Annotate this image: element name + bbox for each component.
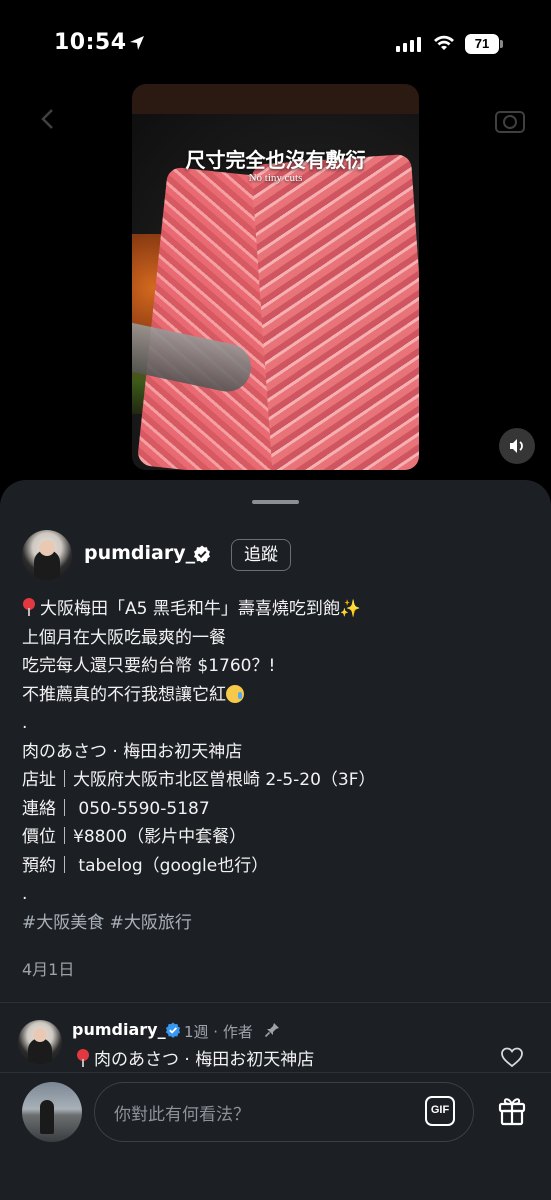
caption-line: 預約｜ tabelog（google也行） [22, 855, 269, 876]
video-caption-chinese: 尺寸完全也沒有敷衍 [185, 148, 366, 172]
caption-line: 不推薦真的不行我想讓它紅 [22, 681, 532, 710]
battery-icon: 71 [465, 34, 503, 54]
comment-avatar[interactable] [18, 1020, 62, 1064]
caption-line: . [22, 713, 28, 733]
pin-emoji-icon [76, 1049, 90, 1067]
caption-line: 連絡｜ 050-5590-5187 [22, 798, 210, 819]
caption-line: 店址｜大阪府大阪市北区曽根崎 2-5-20（3F） [22, 770, 376, 790]
caption-line: 肉のあさつ · 梅田お初天神店 [22, 741, 243, 762]
status-bar: 10:54 71 [0, 0, 551, 80]
caption-line: . [22, 884, 28, 904]
location-arrow-icon [130, 36, 144, 50]
caption-line: 大阪梅田「A5 黑毛和牛」壽喜燒吃到飽✨ [22, 595, 532, 624]
sound-on-icon [510, 439, 523, 453]
post-caption: 大阪梅田「A5 黑毛和牛」壽喜燒吃到飽✨ 上個月在大阪吃最爽的一餐 吃完每人還只… [22, 595, 532, 937]
caption-line: 吃完每人還只要約台幣 $1760？! [22, 656, 276, 676]
post-date: 4月1日 [22, 960, 75, 979]
comment-input-placeholder: 你對此有何看法？ [114, 1105, 250, 1125]
wifi-icon [434, 35, 454, 50]
caption-line: 價位｜¥8800（影片中套餐） [22, 827, 247, 847]
back-chevron-icon [41, 109, 53, 129]
caption-sheet: pumdiary_ 追蹤 大阪梅田「A5 黑毛和牛」壽喜燒吃到飽✨ 上個月在大阪… [0, 480, 551, 1200]
battery-level: 71 [465, 34, 499, 54]
verified-badge-icon [194, 545, 210, 563]
current-user-avatar [22, 1082, 82, 1142]
follow-button[interactable]: 追蹤 [231, 539, 291, 571]
verified-badge-icon [165, 1022, 181, 1038]
crying-face-emoji-icon [226, 684, 244, 703]
status-time: 10:54 [54, 30, 127, 55]
pinned-icon [264, 1023, 279, 1038]
comment-text: 肉のあさつ · 梅田お初天神店 [76, 1045, 314, 1070]
heart-icon[interactable] [500, 1046, 524, 1068]
cellular-signal-icon [396, 36, 421, 52]
beef-slice-image [251, 153, 419, 470]
gift-icon[interactable] [496, 1094, 528, 1126]
sheet-drag-handle[interactable] [252, 500, 299, 504]
divider [0, 1002, 551, 1003]
comment-meta: 1週 · 作者 [184, 1023, 253, 1041]
camera-icon [495, 111, 525, 133]
avatar[interactable] [22, 530, 72, 580]
video-caption-english: No tiny cuts [248, 172, 303, 184]
caption-line: 上個月在大阪吃最爽的一餐 [22, 627, 226, 648]
sparkles-emoji-icon: ✨ [339, 599, 362, 619]
comment-username[interactable]: pumdiary_ [72, 1020, 166, 1039]
gif-icon[interactable]: GIF [425, 1096, 455, 1126]
post-username[interactable]: pumdiary_ [84, 542, 195, 564]
hashtags[interactable]: #大阪美食 #大阪旅行 [22, 909, 532, 938]
pin-emoji-icon [22, 598, 36, 616]
reel-video[interactable]: 尺寸完全也沒有敷衍 No tiny cuts [132, 84, 419, 470]
sound-toggle-button[interactable] [499, 428, 535, 464]
